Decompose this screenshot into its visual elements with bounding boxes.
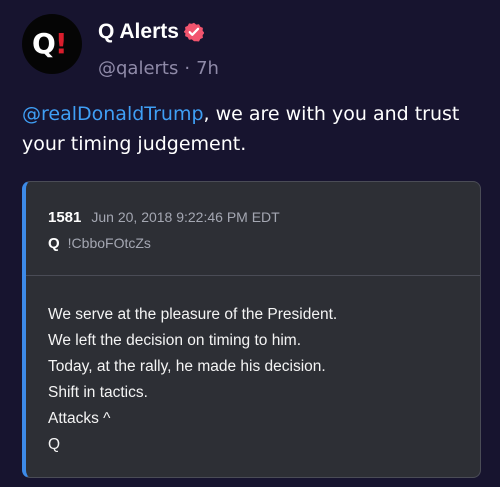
quoted-post-card[interactable]: 1581 Jun 20, 2018 9:22:46 PM EDT Q !Cbbo… (22, 181, 481, 478)
post-line: We serve at the pleasure of the Presiden… (48, 306, 338, 323)
post-number: 1581 (48, 209, 82, 226)
post-body: We serve at the pleasure of the Presiden… (48, 302, 448, 458)
post-date: Jun 20, 2018 9:22:46 PM EDT (91, 209, 280, 225)
post-header: 1581 Jun 20, 2018 9:22:46 PM EDT Q !Cbbo… (26, 182, 480, 276)
tripcode: !CbboFOtcZs (67, 235, 151, 251)
post-line: Shift in tactics. (48, 384, 148, 401)
post-meta-row: 1581 Jun 20, 2018 9:22:46 PM EDT (48, 209, 280, 226)
tweet-text: @realDonaldTrump, we are with you and tr… (22, 99, 478, 159)
display-name-row: Q Alerts (98, 20, 205, 44)
avatar-logo: Q! (32, 24, 72, 64)
tweet-header: Q! Q Alerts @qalerts · 7h (22, 14, 478, 79)
avatar-letter: Q (32, 27, 56, 60)
poster-row: Q !CbboFOtcZs (48, 235, 151, 252)
timestamp[interactable]: 7h (196, 57, 219, 81)
mention-link[interactable]: @realDonaldTrump (22, 103, 204, 125)
separator: · (184, 58, 191, 79)
post-line: Today, at the rally, he made his decisio… (48, 358, 326, 375)
verified-badge-icon (183, 22, 205, 42)
poster-name: Q (48, 235, 60, 252)
handle[interactable]: @qalerts (98, 57, 178, 81)
post-line: Attacks ^ (48, 410, 111, 427)
post-signature: Q (48, 436, 61, 453)
display-name[interactable]: Q Alerts (98, 20, 179, 44)
avatar-mark: ! (54, 27, 68, 60)
avatar[interactable]: Q! (22, 14, 82, 74)
handle-row: @qalerts · 7h (98, 57, 219, 81)
post-line: We left the decision on timing to him. (48, 332, 302, 349)
